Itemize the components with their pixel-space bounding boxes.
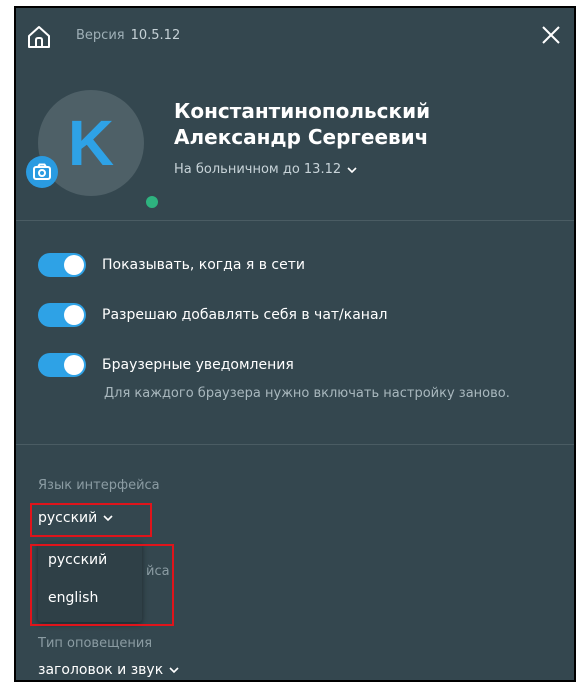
toggle-label: Браузерные уведомления: [102, 357, 294, 373]
toggle-label: Разрешаю добавлять себя в чат/канал: [102, 307, 388, 323]
top-bar: Версия 10.5.12: [16, 8, 574, 64]
toggle-label: Показывать, когда я в сети: [102, 257, 305, 273]
toggle-row-online[interactable]: Показывать, когда я в сети: [38, 250, 558, 280]
version-label: Версия: [76, 28, 125, 43]
user-status-dropdown[interactable]: На больничном до 13.12: [174, 162, 357, 177]
chevron-down-icon: [347, 166, 357, 174]
highlight-box-language: [30, 503, 152, 537]
divider: [16, 444, 574, 445]
version-info: Версия 10.5.12: [76, 28, 180, 43]
toggle-switch-online[interactable]: [38, 253, 86, 277]
settings-panel: Версия 10.5.12 K Константинопольский Алек…: [14, 6, 576, 682]
toggle-knob: [64, 355, 84, 375]
profile-section: K Константинопольский Александр Сергееви…: [16, 68, 574, 218]
notification-label: Тип оповещения: [38, 636, 153, 651]
chevron-down-icon: [169, 666, 179, 674]
toggle-row-browser-notifications[interactable]: Браузерные уведомления: [38, 350, 558, 380]
language-section: Язык интерфейса русский йса русский engl…: [16, 448, 574, 680]
close-icon[interactable]: [538, 22, 564, 48]
online-status-dot: [144, 194, 160, 210]
home-icon[interactable]: [26, 24, 52, 50]
browser-hint: Для каждого браузера нужно включать наст…: [104, 386, 510, 401]
toggle-switch-browser-notifications[interactable]: [38, 353, 86, 377]
toggle-row-add-to-chat[interactable]: Разрешаю добавлять себя в чат/канал: [38, 300, 558, 330]
highlight-box-dropdown: [30, 544, 174, 626]
user-name: Константинопольский Александр Сергеевич: [174, 99, 431, 149]
notification-select[interactable]: заголовок и звук: [38, 662, 179, 678]
camera-icon[interactable]: [26, 156, 58, 188]
toggle-knob: [64, 305, 84, 325]
toggle-knob: [64, 255, 84, 275]
toggle-switch-add-to-chat[interactable]: [38, 303, 86, 327]
user-status-text: На больничном до 13.12: [174, 162, 342, 177]
divider: [16, 220, 574, 221]
language-label: Язык интерфейса: [38, 478, 160, 493]
notification-selected: заголовок и звук: [38, 662, 164, 678]
version-number: 10.5.12: [130, 28, 181, 43]
